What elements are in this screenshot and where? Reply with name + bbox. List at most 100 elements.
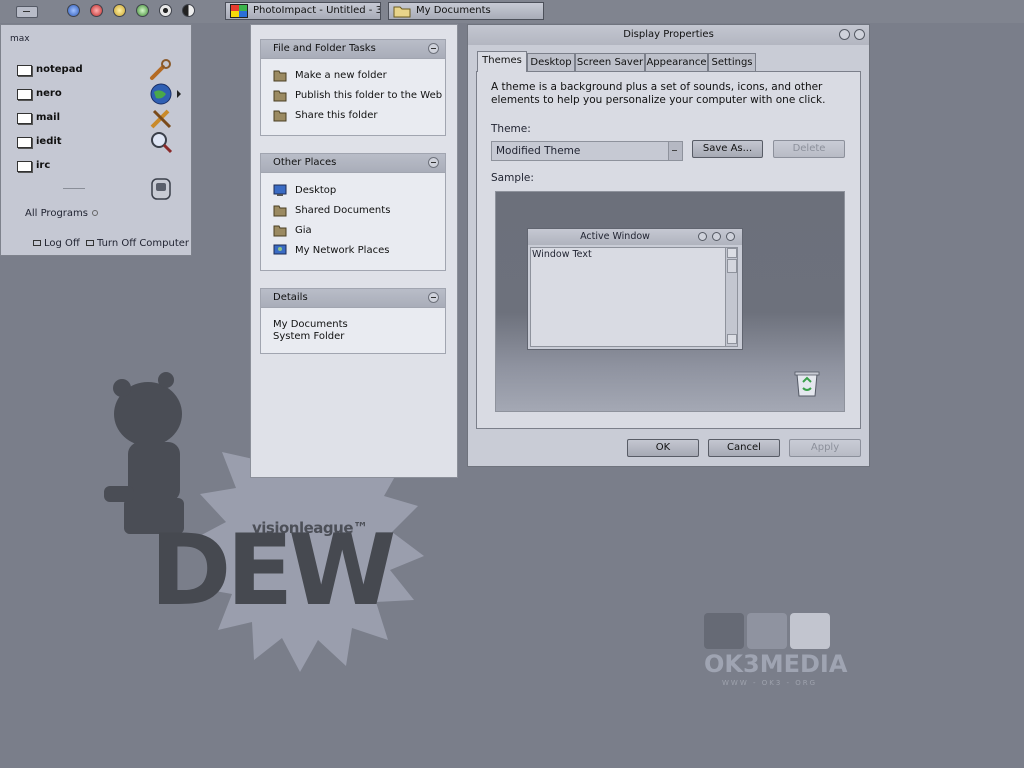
ok3media-url: WWW - OK3 - ORG xyxy=(722,679,818,687)
power-icon xyxy=(86,240,94,246)
save-as-button[interactable]: Save As... xyxy=(692,140,763,158)
theme-description: A theme is a background plus a set of so… xyxy=(491,81,826,106)
sample-window-text: Window Text xyxy=(532,249,592,260)
delete-button[interactable]: Delete xyxy=(773,140,845,158)
submenu-arrow-icon xyxy=(177,90,181,98)
file-folder-tasks-group: File and Folder Tasks Make a new folder … xyxy=(260,39,446,136)
start-menu-item-label: mail xyxy=(36,112,61,123)
sample-minimize-icon xyxy=(698,232,707,241)
start-button[interactable] xyxy=(16,6,38,18)
radio-circle-icon[interactable] xyxy=(159,4,172,17)
start-menu-item-notepad[interactable]: notepad xyxy=(15,59,185,80)
new-folder-icon xyxy=(273,70,287,82)
taskbar-task-my-documents[interactable]: My Documents xyxy=(388,2,544,20)
collapse-icon[interactable] xyxy=(428,292,439,303)
theme-dropdown-value: Modified Theme xyxy=(496,145,581,157)
network-places-icon xyxy=(273,244,287,255)
start-menu-item-iedit[interactable]: iedit xyxy=(15,132,185,154)
close-button[interactable] xyxy=(854,29,865,40)
apply-button[interactable]: Apply xyxy=(789,439,861,457)
tab-settings[interactable]: Settings xyxy=(708,53,756,71)
start-menu-username: max xyxy=(10,34,30,44)
link-label: Shared Documents xyxy=(295,205,391,216)
tab-themes[interactable]: Themes xyxy=(477,51,527,72)
turn-off-label: Turn Off Computer xyxy=(97,238,190,249)
dialog-title: Display Properties xyxy=(623,29,714,40)
chat-icon xyxy=(151,178,171,200)
sample-active-window: Active Window Window Text xyxy=(527,228,743,350)
recycle-bin-icon xyxy=(794,371,820,397)
display-properties-dialog: Display Properties Themes Desktop Screen… xyxy=(467,24,870,467)
details-name: My Documents xyxy=(273,319,348,330)
ok-button[interactable]: OK xyxy=(627,439,699,457)
log-off-icon xyxy=(33,240,41,246)
turn-off-button[interactable]: Turn Off Computer xyxy=(86,238,189,249)
dialog-titlebar[interactable]: Display Properties xyxy=(468,25,869,45)
start-menu-item-irc[interactable]: irc xyxy=(15,158,185,176)
app-window-icon xyxy=(17,89,32,100)
link-label: Make a new folder xyxy=(295,70,387,81)
start-menu: max notepad nero mail iedit irc All Prog… xyxy=(0,24,192,256)
start-menu-item-label: notepad xyxy=(36,64,83,75)
link-label: Share this folder xyxy=(295,110,378,121)
scroll-up-icon xyxy=(727,248,737,258)
globe-icon xyxy=(150,83,172,105)
folder-icon xyxy=(393,6,411,18)
scroll-down-icon xyxy=(727,334,737,344)
tab-desktop[interactable]: Desktop xyxy=(527,53,575,71)
start-menu-separator xyxy=(63,188,85,189)
app-window-icon xyxy=(17,65,32,76)
tab-screen-saver[interactable]: Screen Saver xyxy=(575,53,645,71)
ok3-block-dark xyxy=(704,613,744,649)
all-programs-link[interactable]: All Programs xyxy=(25,208,88,219)
help-button[interactable] xyxy=(839,29,850,40)
ok3-block-mid xyxy=(747,613,787,649)
taskbar-task-photoimpact[interactable]: PhotoImpact - Untitled - 3 xyxy=(225,2,381,20)
folder-icon xyxy=(273,205,287,217)
magnifier-icon xyxy=(151,132,173,154)
start-menu-item-label: irc xyxy=(36,160,51,171)
yin-yang-icon[interactable] xyxy=(182,4,195,17)
cancel-button[interactable]: Cancel xyxy=(708,439,780,457)
ok3-block-light xyxy=(790,613,830,649)
sample-scrollbar xyxy=(725,248,737,346)
start-menu-item-mail[interactable]: mail xyxy=(15,109,185,129)
start-menu-item-nero[interactable]: nero xyxy=(15,83,185,105)
app-window-icon xyxy=(17,161,32,172)
desktop-icon xyxy=(273,184,287,196)
theme-label: Theme: xyxy=(491,123,531,135)
wrench-icon xyxy=(150,59,171,80)
share-folder-icon xyxy=(273,110,287,122)
folder-icon xyxy=(273,225,287,237)
link-label: Gia xyxy=(295,225,312,236)
group-header[interactable]: Other Places xyxy=(261,154,445,173)
theme-dropdown[interactable]: Modified Theme xyxy=(491,141,683,161)
red-circle-icon[interactable] xyxy=(90,4,103,17)
sample-window-body: Window Text xyxy=(530,247,738,347)
tab-appearance[interactable]: Appearance xyxy=(645,53,708,71)
chevron-down-icon[interactable] xyxy=(668,142,682,160)
group-title: Details xyxy=(273,292,308,303)
blue-circle-icon[interactable] xyxy=(67,4,80,17)
log-off-button[interactable]: Log Off xyxy=(33,238,80,249)
task-label: My Documents xyxy=(416,5,491,16)
details-type: System Folder xyxy=(273,331,345,342)
group-header[interactable]: Details xyxy=(261,289,445,308)
group-title: Other Places xyxy=(273,157,337,168)
collapse-icon[interactable] xyxy=(428,43,439,54)
taskbar: PhotoImpact - Untitled - 3 My Documents xyxy=(0,0,1024,23)
yellow-circle-icon[interactable] xyxy=(113,4,126,17)
start-menu-item-label: iedit xyxy=(36,136,62,147)
link-label: My Network Places xyxy=(295,245,390,256)
link-label: Publish this folder to the Web xyxy=(295,90,443,101)
other-places-group: Other Places Desktop Shared Documents Gi… xyxy=(260,153,446,271)
green-circle-icon[interactable] xyxy=(136,4,149,17)
all-programs-arrow-icon xyxy=(92,210,98,216)
group-title: File and Folder Tasks xyxy=(273,43,376,54)
task-label: PhotoImpact - Untitled - 3 xyxy=(253,5,381,16)
group-header[interactable]: File and Folder Tasks xyxy=(261,40,445,59)
collapse-icon[interactable] xyxy=(428,157,439,168)
sample-maximize-icon xyxy=(712,232,721,241)
start-menu-item-label: nero xyxy=(36,88,62,99)
details-group: Details My Documents System Folder xyxy=(260,288,446,354)
